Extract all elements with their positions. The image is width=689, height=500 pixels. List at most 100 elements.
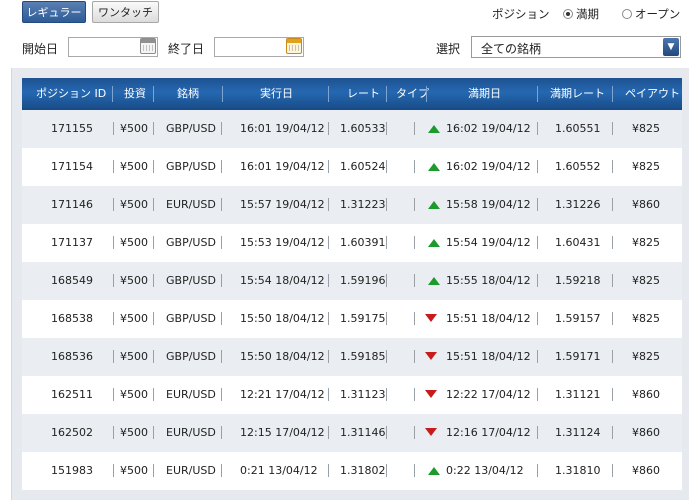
cell-separator xyxy=(153,350,154,363)
cell-separator xyxy=(113,426,114,439)
cell-payout: ¥825 xyxy=(632,122,660,135)
cell-inv: ¥500 xyxy=(120,388,148,401)
cell-separator xyxy=(414,274,415,287)
table-row[interactable]: 168538 ¥500 GBP/USD 15:50 18/04/12 1.59175 15… xyxy=(22,300,682,338)
table-row[interactable]: 171155 ¥500 GBP/USD 16:01 19/04/12 1.60533 16… xyxy=(22,110,682,148)
header-type[interactable]: タイプ xyxy=(396,78,429,110)
symbol-select-value: 全ての銘柄 xyxy=(481,42,542,56)
down-arrow-icon xyxy=(425,390,437,398)
cell-rate: 1.59175 xyxy=(340,312,386,325)
cell-separator xyxy=(612,122,613,135)
cell-separator xyxy=(386,122,387,135)
cell-separator xyxy=(113,274,114,287)
cell-separator xyxy=(328,350,329,363)
cell-payout: ¥825 xyxy=(632,236,660,249)
cell-separator xyxy=(113,236,114,249)
cell-rate: 1.31123 xyxy=(340,388,386,401)
header-payout[interactable]: ペイアウト xyxy=(625,78,680,110)
header-expiry-date[interactable]: 満期日 xyxy=(468,78,501,110)
down-arrow-icon xyxy=(425,428,437,436)
table-row[interactable]: 162502 ¥500 EUR/USD 12:15 17/04/12 1.31146 12… xyxy=(22,414,682,452)
cell-separator xyxy=(113,312,114,325)
table-row[interactable]: 151983 ¥500 EUR/USD 0:21 13/04/12 1.31802 0:2… xyxy=(22,452,682,490)
cell-payout: ¥825 xyxy=(632,274,660,287)
cell-separator xyxy=(113,122,114,135)
cell-separator xyxy=(113,350,114,363)
cell-rate: 1.31802 xyxy=(340,464,386,477)
header-symbol[interactable]: 銘柄 xyxy=(177,78,199,110)
cell-sym: GBP/USD xyxy=(166,122,216,135)
header-expiry-rate[interactable]: 満期レート xyxy=(550,78,605,110)
radio-open-label: オープン xyxy=(635,7,681,21)
cell-payout: ¥860 xyxy=(632,388,660,401)
cell-separator xyxy=(328,426,329,439)
header-position-id[interactable]: ポジション ID xyxy=(36,78,106,110)
table-row[interactable]: 171146 ¥500 EUR/USD 15:57 19/04/12 1.31223 15… xyxy=(22,186,682,224)
table-row[interactable]: 171137 ¥500 GBP/USD 15:53 19/04/12 1.60391 15… xyxy=(22,224,682,262)
cell-separator xyxy=(386,274,387,287)
cell-sym: EUR/USD xyxy=(166,426,216,439)
cell-exec: 12:15 17/04/12 xyxy=(240,426,325,439)
header-investment[interactable]: 投資 xyxy=(124,78,146,110)
calendar-icon[interactable] xyxy=(140,38,156,54)
cell-separator xyxy=(221,312,222,325)
cell-separator xyxy=(537,122,538,135)
table-row[interactable]: 171154 ¥500 GBP/USD 16:01 19/04/12 1.60524 16… xyxy=(22,148,682,186)
table-row[interactable]: 168549 ¥500 GBP/USD 15:54 18/04/12 1.59196 15… xyxy=(22,262,682,300)
cell-separator xyxy=(612,160,613,173)
cell-exec: 16:01 19/04/12 xyxy=(240,160,325,173)
cell-separator xyxy=(612,388,613,401)
table-row[interactable]: 168536 ¥500 GBP/USD 15:50 18/04/12 1.59185 15… xyxy=(22,338,682,376)
cell-separator xyxy=(386,160,387,173)
cell-separator xyxy=(537,236,538,249)
cell-sym: GBP/USD xyxy=(166,350,216,363)
symbol-select-label: 選択 xyxy=(436,42,461,56)
cell-inv: ¥500 xyxy=(120,312,148,325)
radio-open[interactable]: オープン xyxy=(622,6,680,22)
cell-id: 171137 xyxy=(51,236,93,249)
header-separator xyxy=(222,86,223,102)
cell-exp: 16:02 19/04/12 xyxy=(446,122,531,135)
cell-separator xyxy=(153,312,154,325)
header-separator xyxy=(426,86,427,102)
header-separator xyxy=(612,86,613,102)
cell-exp-rate: 1.60551 xyxy=(555,122,601,135)
cell-sym: GBP/USD xyxy=(166,236,216,249)
cell-exp-rate: 1.60431 xyxy=(555,236,601,249)
cell-rate: 1.31146 xyxy=(340,426,386,439)
radio-expired[interactable]: 満期 xyxy=(563,6,599,22)
symbol-select[interactable]: 全ての銘柄 ▼ xyxy=(471,36,681,58)
cell-separator xyxy=(386,350,387,363)
cell-inv: ¥500 xyxy=(120,426,148,439)
radio-expired-label: 満期 xyxy=(576,7,599,21)
up-arrow-icon xyxy=(428,163,440,171)
cell-exp-rate: 1.59218 xyxy=(555,274,601,287)
up-arrow-icon xyxy=(428,277,440,285)
cell-sym: GBP/USD xyxy=(166,312,216,325)
up-arrow-icon xyxy=(428,125,440,133)
header-exec-date[interactable]: 実行日 xyxy=(260,78,293,110)
cell-id: 168538 xyxy=(51,312,93,325)
cell-sym: EUR/USD xyxy=(166,464,216,477)
chevron-down-icon[interactable]: ▼ xyxy=(663,38,679,56)
header-rate[interactable]: レート xyxy=(347,78,380,110)
cell-rate: 1.59185 xyxy=(340,350,386,363)
tab-regular[interactable]: レギュラー xyxy=(22,1,86,23)
cell-separator xyxy=(612,198,613,211)
tab-one-touch[interactable]: ワンタッチ xyxy=(92,1,159,23)
radio-button[interactable] xyxy=(622,9,632,19)
header-separator xyxy=(386,86,387,102)
cell-separator xyxy=(221,122,222,135)
table-row[interactable]: 162511 ¥500 EUR/USD 12:21 17/04/12 1.31123 12… xyxy=(22,376,682,414)
radio-button-checked[interactable] xyxy=(563,9,573,19)
cell-exp-rate: 1.59157 xyxy=(555,312,601,325)
cell-separator xyxy=(612,350,613,363)
cell-sym: EUR/USD xyxy=(166,388,216,401)
cell-separator xyxy=(386,388,387,401)
calendar-icon[interactable] xyxy=(286,38,302,54)
cell-separator xyxy=(221,350,222,363)
cell-separator xyxy=(153,464,154,477)
cell-separator xyxy=(221,236,222,249)
cell-separator xyxy=(113,388,114,401)
cell-exp: 12:16 17/04/12 xyxy=(446,426,531,439)
